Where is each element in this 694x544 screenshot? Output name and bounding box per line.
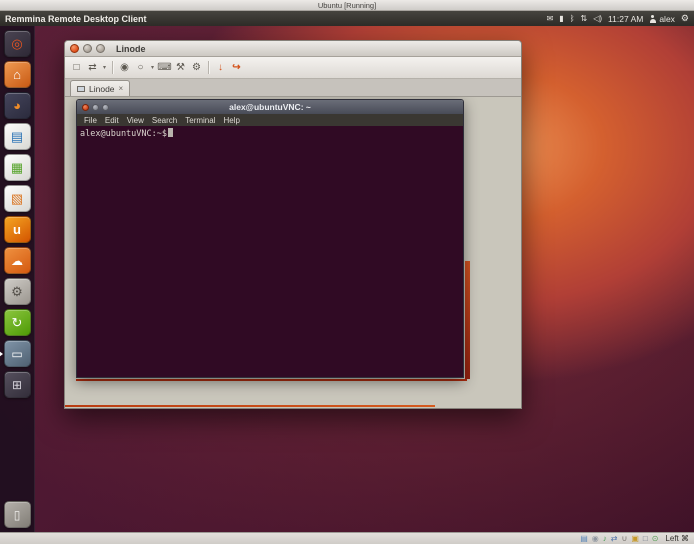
firefox-icon: ◕ [13, 98, 21, 113]
workspace-switcher-icon: ⊞ [12, 378, 22, 392]
bluetooth-icon[interactable]: ᛒ [570, 15, 575, 23]
vbox-window-title: Ubuntu [Running] [318, 1, 376, 10]
remote-wallpaper-strip [76, 379, 467, 381]
hard-disk-icon[interactable]: ▤ [580, 535, 588, 543]
tools-icon[interactable]: ⚒ [173, 60, 188, 75]
remmina-window: Linode □ ⇄ ▾ ◉ ○ ▾ ⌨ ⚒ ⚙ ↓ ↪ Linode × [64, 40, 522, 409]
system-settings-icon: ⚙ [11, 284, 23, 300]
software-updater-icon: ↻ [12, 315, 23, 331]
libreoffice-writer-icon: ▤ [11, 129, 23, 145]
audio-icon[interactable]: ♪ [603, 535, 607, 543]
terminal-cursor [168, 128, 173, 137]
remmina-toolbar: □ ⇄ ▾ ◉ ○ ▾ ⌨ ⚒ ⚙ ↓ ↪ [65, 57, 521, 79]
mouse-integration-icon[interactable]: ⊙ [652, 535, 659, 543]
maximize-button[interactable] [96, 44, 105, 53]
monitor-icon [77, 86, 85, 92]
username: alex [659, 14, 675, 24]
terminal-title: alex@ubuntuVNC: ~ [77, 102, 463, 112]
menu-terminal[interactable]: Terminal [181, 116, 219, 125]
launcher-item-workspace-switcher[interactable]: ⊞ [4, 371, 31, 398]
network-icon[interactable]: ⇄ [611, 535, 618, 543]
remmina-tabbar: Linode × [65, 79, 521, 97]
launcher-item-dash-home[interactable]: ◎ [4, 30, 31, 57]
tab-label: Linode [89, 84, 115, 94]
optical-disk-icon[interactable]: ◉ [592, 535, 599, 543]
terminal-titlebar[interactable]: alex@ubuntuVNC: ~ [77, 100, 463, 114]
launcher-item-libreoffice-calc[interactable]: ▦ [4, 154, 31, 181]
remote-desktop-viewport[interactable]: alex@ubuntuVNC: ~ File Edit View Search … [65, 97, 521, 408]
user-menu[interactable]: alex [649, 14, 675, 24]
menu-search[interactable]: Search [148, 116, 181, 125]
menu-view[interactable]: View [123, 116, 148, 125]
launcher-item-trash[interactable]: ▯ [4, 501, 31, 528]
top-panel: Remmina Remote Desktop Client ✉ ▮ ᛒ ⇅ ◁)… [0, 11, 694, 26]
unity-launcher: ◎ ⌂ ◕ ▤ ▦ ▧ u ☁ ⚙ ↻ ▭ ⊞ ▯ [0, 26, 35, 532]
launcher-item-firefox[interactable]: ◕ [4, 92, 31, 119]
maximize-button[interactable] [102, 104, 109, 111]
launcher-item-software-center[interactable]: u [4, 216, 31, 243]
network-icon[interactable]: ⇅ [581, 15, 588, 23]
terminal-prompt: alex@ubuntuVNC:~$ [80, 129, 167, 139]
terminal-screen[interactable]: alex@ubuntuVNC:~$ [77, 126, 463, 377]
shared-folders-icon[interactable]: ▣ [631, 535, 639, 543]
menu-edit[interactable]: Edit [101, 116, 123, 125]
zoom-icon[interactable]: ○ [133, 60, 148, 75]
disconnect-icon[interactable]: ↓ [213, 60, 228, 75]
chevron-down-icon[interactable]: ▾ [149, 60, 156, 75]
chevron-down-icon[interactable]: ▾ [101, 60, 108, 75]
user-icon [649, 15, 656, 23]
grab-keyboard-icon[interactable]: ⌨ [157, 60, 172, 75]
display-icon[interactable]: □ [643, 535, 648, 543]
libreoffice-calc-icon: ▦ [11, 160, 23, 176]
launcher-item-system-settings[interactable]: ⚙ [4, 278, 31, 305]
menu-file[interactable]: File [80, 116, 101, 125]
active-app-title: Remmina Remote Desktop Client [0, 14, 147, 24]
toolbar-separator [112, 61, 113, 74]
host-key-label: Left ⌘ [665, 534, 689, 543]
launcher-item-libreoffice-impress[interactable]: ▧ [4, 185, 31, 212]
vbox-titlebar: Ubuntu [Running] [0, 0, 694, 11]
fullscreen-icon[interactable]: □ [69, 60, 84, 75]
close-button[interactable] [70, 44, 79, 53]
terminal-menubar: File Edit View Search Terminal Help [77, 114, 463, 126]
remmina-titlebar[interactable]: Linode [65, 41, 521, 57]
desktop-wallpaper: ◎ ⌂ ◕ ▤ ▦ ▧ u ☁ ⚙ ↻ ▭ ⊞ ▯ Linode □ ⇄ ▾ ◉… [0, 26, 694, 532]
scaled-mode-icon[interactable]: ⇄ [85, 60, 100, 75]
launcher-item-ubuntu-one[interactable]: ☁ [4, 247, 31, 274]
menu-help[interactable]: Help [219, 116, 243, 125]
home-folder-icon: ⌂ [13, 67, 21, 82]
session-gear-icon[interactable]: ⚙ [681, 13, 689, 24]
indicator-tray: ✉ ▮ ᛒ ⇅ ◁) 11:27 AM alex ⚙ [547, 13, 694, 24]
usb-icon[interactable]: ∪ [621, 535, 627, 543]
close-button[interactable] [82, 104, 89, 111]
screenshot-icon[interactable]: ◉ [117, 60, 132, 75]
vbox-statusbar: ▤ ◉ ♪ ⇄ ∪ ▣ □ ⊙ Left ⌘ [0, 532, 694, 544]
tab-close-icon[interactable]: × [119, 84, 124, 93]
clock[interactable]: 11:27 AM [608, 14, 643, 24]
volume-icon[interactable]: ◁) [593, 15, 602, 23]
launcher-item-home-folder[interactable]: ⌂ [4, 61, 31, 88]
remmina-icon: ▭ [11, 347, 22, 361]
libreoffice-impress-icon: ▧ [11, 191, 23, 207]
remote-wallpaper-strip [465, 261, 470, 379]
exit-icon[interactable]: ↪ [229, 60, 244, 75]
software-center-icon: u [13, 222, 21, 237]
remmina-window-title: Linode [116, 44, 146, 54]
trash-icon: ▯ [14, 508, 21, 522]
dash-home-icon: ◎ [11, 36, 22, 52]
remote-wallpaper-strip [65, 405, 435, 407]
launcher-item-software-updater[interactable]: ↻ [4, 309, 31, 336]
ubuntu-one-icon: ☁ [11, 254, 23, 268]
terminal-window: alex@ubuntuVNC: ~ File Edit View Search … [76, 99, 464, 378]
launcher-item-remmina[interactable]: ▭ [4, 340, 31, 367]
battery-icon[interactable]: ▮ [559, 15, 563, 23]
minimize-button[interactable] [92, 104, 99, 111]
toolbar-separator [208, 61, 209, 74]
mail-icon[interactable]: ✉ [547, 15, 554, 23]
launcher-item-libreoffice-writer[interactable]: ▤ [4, 123, 31, 150]
preferences-icon[interactable]: ⚙ [189, 60, 204, 75]
tab-linode[interactable]: Linode × [70, 80, 130, 96]
minimize-button[interactable] [83, 44, 92, 53]
